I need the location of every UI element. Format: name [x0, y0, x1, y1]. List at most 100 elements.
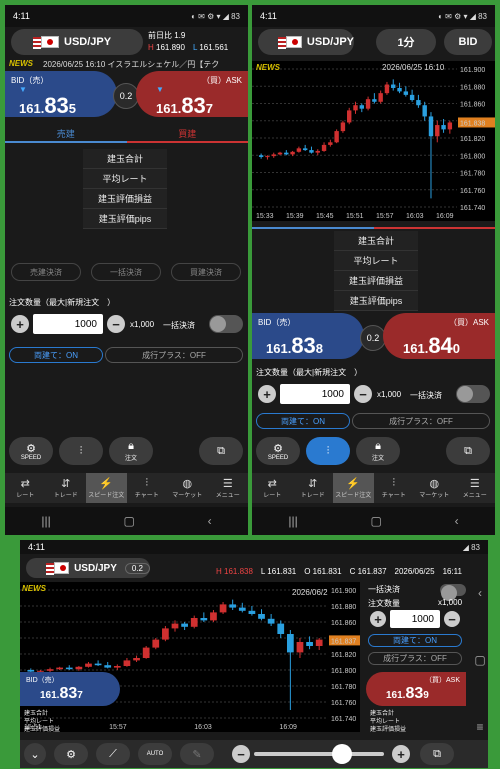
home-icon[interactable]: ▢: [474, 653, 485, 667]
sell-close-button[interactable]: 売建決済: [11, 263, 81, 281]
tab-menu[interactable]: ☰ メニュー: [455, 473, 496, 503]
bid-price-button[interactable]: BID（売） 161.837: [20, 672, 120, 706]
rotate-icon: ⧉: [433, 747, 441, 760]
qty-minus-button[interactable]: −: [444, 611, 460, 627]
indicator-button[interactable]: ⟋: [96, 743, 130, 765]
bid-price-button[interactable]: BID（売） ▼ 161.835: [5, 71, 117, 118]
tab-speed-order[interactable]: ⚡ スピード注文: [333, 473, 374, 503]
zoom-slider-handle[interactable]: [332, 744, 352, 764]
settings-button[interactable]: ⚙: [54, 743, 88, 765]
recent-apps-icon[interactable]: |||: [41, 514, 50, 528]
home-icon[interactable]: ▢: [371, 514, 382, 528]
qty-plus-button[interactable]: +: [11, 315, 29, 333]
tab-chart[interactable]: ⫶ チャート: [127, 473, 168, 503]
rotate-button[interactable]: ⧉: [199, 437, 243, 465]
tab-speed-order[interactable]: ⚡ スピード注文: [86, 473, 127, 503]
zoom-out-button[interactable]: −: [232, 745, 250, 763]
market-plus-button[interactable]: 成行プラス：OFF: [352, 413, 490, 429]
chart-toggle-button[interactable]: ⫶: [59, 437, 103, 465]
recent-apps-icon[interactable]: ≡: [476, 720, 483, 734]
menu-item-pl[interactable]: 建玉評価損益: [370, 724, 440, 733]
candlestick-chart[interactable]: 161.900161.880161.860161.840161.820161.8…: [252, 61, 495, 221]
tab-sell[interactable]: 売建: [5, 125, 127, 143]
collapse-button[interactable]: ⌄: [24, 743, 46, 765]
chart-toggle-button[interactable]: ⫶: [306, 437, 350, 465]
tab-buy[interactable]: 買建: [126, 125, 248, 143]
menu-item-pips[interactable]: 建玉評価pips: [83, 209, 167, 229]
tab-trade[interactable]: ⇵ トレード: [46, 473, 87, 503]
recent-apps-icon[interactable]: |||: [288, 514, 297, 528]
auto-label: AUTO: [146, 751, 164, 757]
auto-button[interactable]: AUTO: [138, 743, 172, 765]
tab-rate[interactable]: ⇄ レート: [5, 473, 46, 503]
bulk-toggle[interactable]: [209, 315, 243, 333]
menu-item-pips[interactable]: 建玉評価pips: [334, 291, 418, 311]
change-info: 前日比 1.9: [148, 31, 186, 40]
qty-plus-button[interactable]: +: [370, 611, 386, 627]
menu-item-average[interactable]: 平均レート: [83, 169, 167, 189]
bulk-toggle[interactable]: [456, 385, 490, 403]
tab-sell-line[interactable]: [252, 223, 374, 229]
menu-item-pl[interactable]: 建玉評価損益: [24, 724, 94, 733]
tab-trade[interactable]: ⇵ トレード: [293, 473, 334, 503]
currency-pair-selector[interactable]: USD/JPY 0.2: [26, 558, 150, 578]
qty-input[interactable]: 1000: [280, 384, 350, 404]
ask-price-button[interactable]: （買）ASK 161.839: [366, 672, 466, 706]
menu-item-pl[interactable]: 建玉評価損益: [334, 271, 418, 291]
tab-chart[interactable]: ⫶ チャート: [374, 473, 415, 503]
market-plus-button[interactable]: 成行プラス：OFF: [368, 652, 462, 665]
flag-icon: [278, 36, 302, 49]
currency-pair-selector[interactable]: USD/JPY: [258, 29, 354, 55]
news-date[interactable]: 2026/06/2: [292, 588, 328, 597]
qty-plus-button[interactable]: +: [258, 385, 276, 403]
order-lock-button[interactable]: 🔒︎ 注文: [109, 437, 153, 465]
menu-item-total[interactable]: 建玉合計: [334, 231, 418, 251]
rotate-button[interactable]: ⧉: [420, 743, 454, 765]
bulk-toggle[interactable]: [440, 584, 466, 601]
news-date[interactable]: 2026/06/25 16:10: [382, 63, 444, 72]
market-plus-button[interactable]: 成行プラス：OFF: [105, 347, 243, 363]
draw-button[interactable]: ✎: [180, 743, 214, 765]
news-ticker[interactable]: 2026/06/25 16:10 イスラエルシェケル／円【テク: [43, 59, 248, 70]
back-icon[interactable]: ‹: [208, 514, 212, 528]
speed-button[interactable]: ⚙ SPEED: [9, 437, 53, 465]
currency-pair-selector[interactable]: USD/JPY: [11, 29, 143, 55]
tab-market[interactable]: ◍ マーケット: [414, 473, 455, 503]
tab-buy-line[interactable]: [373, 223, 495, 229]
speed-button[interactable]: ⚙ SPEED: [256, 437, 300, 465]
menu-item-pl[interactable]: 建玉評価損益: [83, 189, 167, 209]
all-close-button[interactable]: 一括決済: [91, 263, 161, 281]
candle-body: [248, 610, 256, 614]
qty-minus-button[interactable]: −: [107, 315, 125, 333]
back-icon[interactable]: ‹: [478, 586, 482, 600]
zoom-in-button[interactable]: +: [392, 745, 410, 763]
bottom-tab-bar: ⇄ レート ⇵ トレード ⚡ スピード注文 ⫶ チャート ◍ マーケット ☰ メニュー: [5, 473, 248, 503]
home-icon[interactable]: ▢: [124, 514, 135, 528]
bid-ask-selector[interactable]: BID: [444, 29, 492, 55]
status-icons: ◢ 83: [462, 542, 480, 552]
both-position-button[interactable]: 両建て：ON: [368, 634, 462, 647]
price-chart[interactable]: 161.900161.880161.860161.840161.820161.8…: [252, 61, 495, 221]
menu-item-total[interactable]: 建玉合計: [83, 149, 167, 169]
qty-input[interactable]: 1000: [390, 610, 440, 628]
timeframe-selector[interactable]: 1分: [376, 29, 436, 55]
menu-item-average[interactable]: 平均レート: [334, 251, 418, 271]
qty-input[interactable]: 1000: [33, 314, 103, 334]
order-lock-button[interactable]: 🔒︎ 注文: [356, 437, 400, 465]
tab-market[interactable]: ◍ マーケット: [167, 473, 208, 503]
rotate-button[interactable]: ⧉: [446, 437, 490, 465]
tab-rate[interactable]: ⇄ レート: [252, 473, 293, 503]
tab-menu[interactable]: ☰ メニュー: [208, 473, 249, 503]
buy-close-button[interactable]: 買建決済: [171, 263, 241, 281]
zoom-slider-track[interactable]: [254, 752, 384, 756]
position-tabs: [252, 223, 495, 229]
x-tick-label: 16:03: [194, 724, 212, 731]
bid-price-button[interactable]: BID（売） 161.838: [252, 313, 364, 359]
both-position-button[interactable]: 両建て：ON: [9, 347, 103, 363]
both-position-button[interactable]: 両建て：ON: [256, 413, 350, 429]
ask-price-button[interactable]: （買）ASK ▼ 161.837: [136, 71, 248, 118]
qty-minus-button[interactable]: −: [354, 385, 372, 403]
spread-badge: 0.2: [124, 562, 150, 574]
back-icon[interactable]: ‹: [455, 514, 459, 528]
ask-price-button[interactable]: （買）ASK 161.840: [383, 313, 495, 359]
